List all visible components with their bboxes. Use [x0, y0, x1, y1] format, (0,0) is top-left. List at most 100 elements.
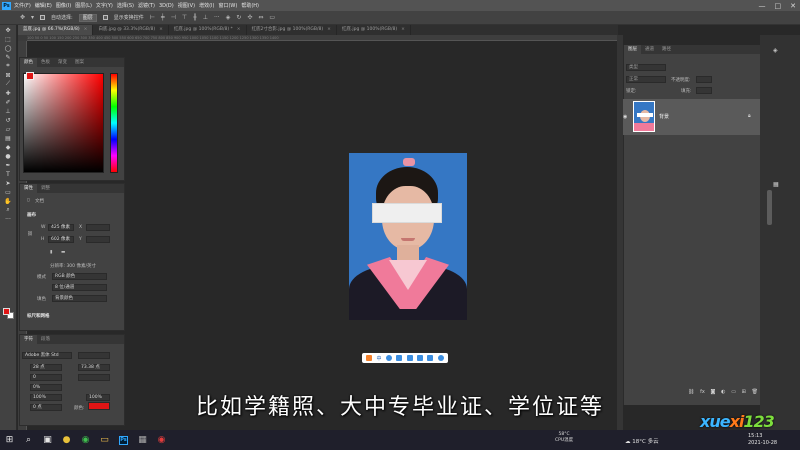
- menu-help[interactable]: 帮助(H): [241, 2, 259, 9]
- orientation-landscape-icon[interactable]: ▬: [61, 250, 65, 255]
- maximize-button[interactable]: □: [775, 2, 782, 10]
- tab-character[interactable]: 字符: [20, 335, 37, 344]
- panel-foreground-swatch[interactable]: [26, 72, 34, 80]
- menu-plugins[interactable]: 增效(I): [199, 2, 214, 9]
- text-tool-icon[interactable]: T: [3, 170, 14, 178]
- auto-select-checkbox[interactable]: [40, 15, 46, 20]
- bit-depth-dropdown[interactable]: 8 位/通道: [52, 284, 107, 291]
- document-tab[interactable]: 红底.jpg @ 100%(RGB/8) * ×: [169, 25, 247, 35]
- eyedropper-tool-icon[interactable]: ⟋: [3, 80, 14, 88]
- font-family-dropdown[interactable]: Adobe 黑体 Std: [22, 352, 72, 359]
- menu-image[interactable]: 图像(I): [56, 2, 71, 9]
- move-tool-icon[interactable]: ✥: [20, 14, 25, 21]
- document-tab[interactable]: 红底.jpg @ 100%(RGB/8) ×: [337, 25, 411, 35]
- quick-select-tool-icon[interactable]: ✎: [3, 53, 14, 61]
- menu-type[interactable]: 文字(Y): [96, 2, 113, 9]
- font-style-dropdown[interactable]: [78, 352, 110, 359]
- close-icon[interactable]: ×: [84, 27, 88, 32]
- kerning-field[interactable]: 0: [30, 374, 62, 381]
- hue-slider[interactable]: [110, 73, 118, 173]
- opacity-field[interactable]: [696, 76, 712, 83]
- mode-dropdown[interactable]: RGB 颜色: [52, 273, 107, 280]
- tab-gradients[interactable]: 渐变: [54, 58, 71, 67]
- x-field[interactable]: [86, 224, 110, 231]
- gradient-tool-icon[interactable]: ▤: [3, 134, 14, 142]
- layer-name[interactable]: 背景: [659, 113, 669, 120]
- font-size-field[interactable]: 28 点: [30, 364, 62, 371]
- more-icon[interactable]: ···: [214, 14, 220, 21]
- pen-tool-icon[interactable]: ✒: [3, 161, 14, 169]
- lock-icon[interactable]: 🔒︎: [748, 113, 751, 119]
- healing-brush-icon[interactable]: ✚: [3, 89, 14, 97]
- fill-dropdown[interactable]: 背景颜色: [52, 295, 107, 302]
- blend-mode-dropdown[interactable]: 正常: [626, 76, 666, 83]
- windows-start-icon[interactable]: ⊞: [0, 430, 19, 450]
- show-transform-checkbox[interactable]: [102, 15, 108, 20]
- clone-stamp-icon[interactable]: ⊥: [3, 107, 14, 115]
- pan-3d-icon[interactable]: ✣: [247, 14, 252, 21]
- file-explorer-icon[interactable]: ▭: [95, 430, 114, 450]
- layer-filter-dropdown[interactable]: 类型: [626, 64, 666, 71]
- close-icon[interactable]: ×: [401, 27, 405, 32]
- settings-icon[interactable]: [437, 355, 444, 361]
- close-button[interactable]: ✕: [790, 2, 796, 10]
- marquee-tool-icon[interactable]: ⬚: [3, 35, 14, 43]
- search-icon[interactable]: ⌕: [19, 430, 38, 450]
- more-tools-icon[interactable]: ···: [3, 215, 14, 223]
- tab-color[interactable]: 颜色: [20, 58, 37, 67]
- height-field[interactable]: 602 像素: [48, 236, 74, 243]
- path-select-icon[interactable]: ➤: [3, 179, 14, 187]
- brush-tool-icon[interactable]: ✐: [3, 98, 14, 106]
- menu-3d[interactable]: 3D(D): [159, 3, 174, 9]
- tab-swatches[interactable]: 色板: [37, 58, 54, 67]
- chrome-icon[interactable]: ●: [57, 430, 76, 450]
- menu-view[interactable]: 视图(V): [178, 2, 195, 9]
- layers-dock-icon[interactable]: ◈: [773, 47, 781, 55]
- record-icon[interactable]: ◉: [152, 430, 171, 450]
- menu-layer[interactable]: 图层(L): [75, 2, 92, 9]
- dodge-tool-icon[interactable]: ●: [3, 152, 14, 160]
- tab-channels[interactable]: 通道: [641, 45, 658, 54]
- close-icon[interactable]: ×: [159, 27, 163, 32]
- orientation-portrait-icon[interactable]: ▮: [50, 250, 52, 255]
- chevron-down-icon[interactable]: ▾: [31, 14, 34, 21]
- portrait-photo[interactable]: [349, 153, 467, 320]
- document-tab[interactable]: 蓝底.jpg @ 66.7%(RGB/8) ×: [18, 25, 94, 35]
- fill-field[interactable]: [696, 87, 712, 94]
- menu-edit[interactable]: 编辑(E): [35, 2, 52, 9]
- tab-paths[interactable]: 路径: [658, 45, 675, 54]
- blur-tool-icon[interactable]: ◆: [3, 143, 14, 151]
- y-field[interactable]: [86, 236, 110, 243]
- align-right-icon[interactable]: ⊣: [171, 14, 176, 21]
- shape-tool-icon[interactable]: ▭: [3, 188, 14, 196]
- frame-tool-icon[interactable]: ⊠: [3, 71, 14, 79]
- menu-window[interactable]: 窗口(W): [218, 2, 237, 9]
- photoshop-taskbar-icon[interactable]: Ps: [114, 430, 133, 450]
- foreground-color-swatch[interactable]: [3, 308, 10, 315]
- eraser-tool-icon[interactable]: ▱: [3, 125, 14, 133]
- minimize-button[interactable]: —: [759, 2, 766, 10]
- clock-date[interactable]: 2021-10-28: [748, 440, 777, 446]
- panel-icon[interactable]: ▦: [773, 181, 781, 189]
- tab-properties[interactable]: 属性: [20, 184, 37, 193]
- color-picker-field[interactable]: [23, 73, 104, 173]
- punctuation-icon[interactable]: [396, 355, 403, 361]
- slide-3d-icon[interactable]: ⇔: [258, 14, 263, 21]
- tab-layers[interactable]: 图层: [624, 45, 641, 54]
- app-icon[interactable]: [366, 355, 373, 361]
- media-player-icon[interactable]: ▦: [133, 430, 152, 450]
- panel-scrollbar[interactable]: [767, 190, 772, 225]
- align-center-icon[interactable]: ╪: [161, 14, 165, 21]
- hand-tool-icon[interactable]: ✋: [3, 197, 14, 205]
- clock-time[interactable]: 15:13: [748, 433, 762, 439]
- 3d-mode-icon[interactable]: ◈: [226, 14, 231, 21]
- tab-paragraph[interactable]: 段落: [37, 335, 54, 344]
- wechat-icon[interactable]: ◉: [76, 430, 95, 450]
- link-icon[interactable]: ⛓: [27, 232, 33, 237]
- keyboard-icon[interactable]: [416, 355, 423, 361]
- tracking-field[interactable]: [78, 374, 110, 381]
- menu-select[interactable]: 选择(S): [117, 2, 134, 9]
- align-bottom-icon[interactable]: ⊥: [203, 14, 208, 21]
- crop-tool-icon[interactable]: ⌗: [3, 62, 14, 70]
- moon-icon[interactable]: [385, 355, 392, 361]
